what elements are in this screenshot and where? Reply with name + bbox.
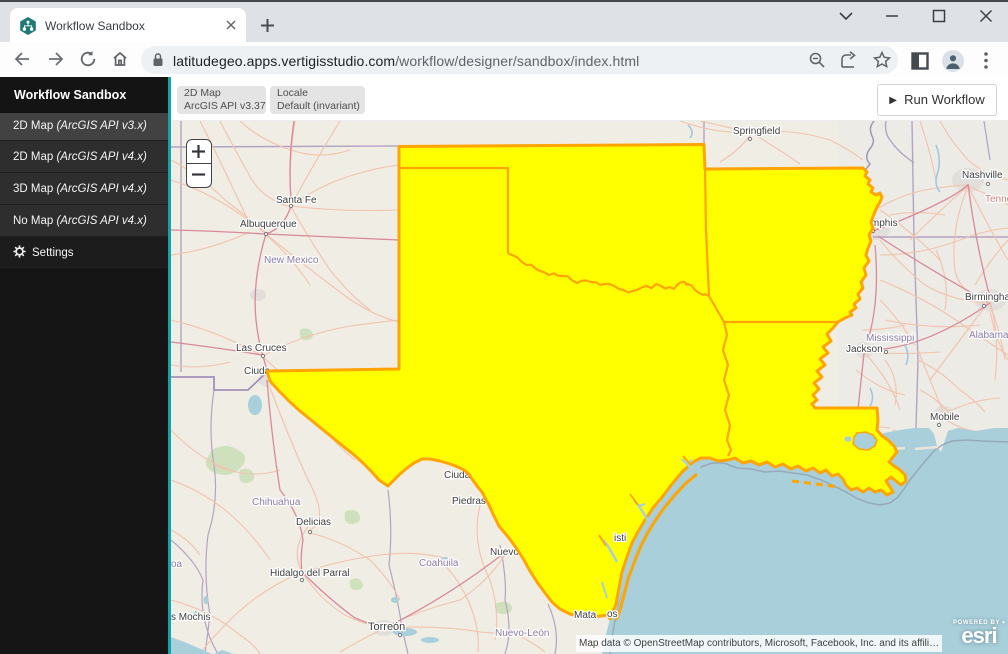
svg-text:New Mexico: New Mexico: [264, 255, 319, 266]
svg-text:Las Cruces: Las Cruces: [236, 343, 287, 354]
svg-text:Springfield: Springfield: [733, 126, 780, 137]
svg-text:Nuevo-León: Nuevo-León: [495, 628, 549, 639]
svg-text:Piedras: Piedras: [452, 496, 486, 507]
svg-text:Jackson: Jackson: [846, 344, 883, 355]
svg-text:Birmingham: Birmingham: [965, 292, 1008, 303]
svg-text:Alabama: Alabama: [969, 330, 1008, 341]
svg-text:os: os: [607, 609, 618, 620]
svg-text:Delicias: Delicias: [296, 517, 331, 528]
svg-text:Nashville: Nashville: [962, 170, 1003, 181]
svg-text:s Mochis: s Mochis: [171, 612, 210, 623]
svg-text:Santa Fe: Santa Fe: [276, 195, 317, 206]
svg-text:Coahuila: Coahuila: [419, 558, 459, 569]
svg-text:Mata: Mata: [574, 610, 597, 621]
svg-text:Albuquerque: Albuquerque: [240, 219, 297, 230]
svg-text:Mississippi: Mississippi: [866, 333, 914, 344]
svg-text:Torreón: Torreón: [368, 621, 405, 633]
svg-text:Hidalgo del Parral: Hidalgo del Parral: [270, 568, 350, 579]
svg-text:oa: oa: [171, 559, 183, 570]
svg-text:Chihuahua: Chihuahua: [252, 497, 301, 508]
svg-text:isti: isti: [614, 533, 626, 544]
svg-text:Mobile: Mobile: [930, 412, 960, 423]
svg-text:Tenne: Tenne: [985, 194, 1008, 205]
